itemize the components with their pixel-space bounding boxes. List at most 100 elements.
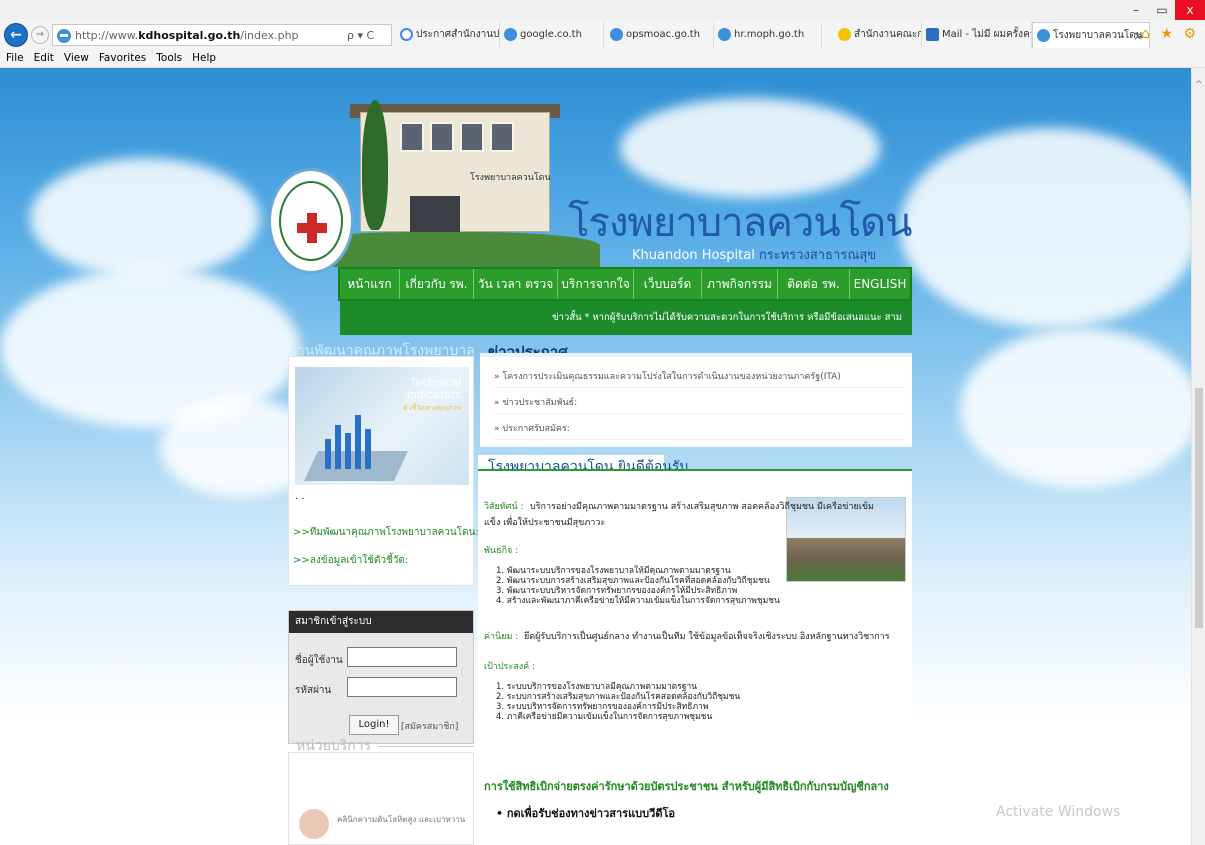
nav-gallery[interactable]: ภาพกิจกรรม: [702, 269, 778, 299]
welcome-panel: วิสัยทัศน์ : บริการอย่างมีคุณภาพตามมาตรฐ…: [478, 469, 912, 845]
back-button[interactable]: ←: [4, 23, 28, 47]
ie-tab-icon: [504, 28, 517, 41]
seal-cross: [297, 223, 327, 233]
news-ticker[interactable]: ข่าวสั้น * หากผู้รับบริการไม่ได้รับความส…: [340, 301, 912, 335]
cloud: [960, 328, 1191, 488]
tab-ocsc[interactable]: สำนักงานคณะกรรมการข้าราช...: [834, 22, 922, 48]
building-window: [490, 122, 514, 152]
tab-mail[interactable]: Mail - ไม่มี ผมครั้งครัว - Ou...: [922, 22, 1032, 48]
ministry-name: กระทรวงสาธารณสุข: [758, 248, 877, 263]
password-field[interactable]: [347, 677, 457, 697]
nav-schedule[interactable]: วัน เวลา ตรวจ: [474, 269, 558, 299]
nav-webboard[interactable]: เว็บบอร์ด: [634, 269, 702, 299]
banner-subtitle: ตัวชี้วัดทางคุณภาพ: [402, 404, 461, 412]
close-window-button[interactable]: x: [1175, 0, 1205, 20]
login-button[interactable]: Login!: [349, 715, 399, 735]
scroll-thumb[interactable]: [1195, 388, 1203, 628]
address-bar[interactable]: http://www.kdhospital.go.th/index.php ρ …: [52, 24, 392, 46]
technical-indicators-banner[interactable]: Technical indicators ตัวชี้วัดทางคุณภาพ: [295, 367, 469, 485]
nav-about[interactable]: เกี่ยวกับ รพ.: [400, 269, 474, 299]
cloud: [620, 98, 880, 198]
tab-khuandon-active[interactable]: โรงพยาบาลควนโดน ×: [1032, 22, 1150, 48]
ie-tab-icon: [610, 28, 623, 41]
building-entrance: [410, 196, 460, 232]
values-text: ยึดผู้รับบริการเป็นศูนย์กลาง ทำงานเป็นที…: [524, 632, 890, 642]
quality-panel: Technical indicators ตัวชี้วัดทางคุณภาพ …: [288, 356, 479, 586]
news-item-pr[interactable]: » ข่าวประชาสัมพันธ์:: [494, 395, 904, 414]
building-window: [430, 122, 454, 152]
news-panel: » โครงการประเมินคุณธรรมและความโปร่งใสในก…: [480, 353, 912, 447]
chart-bar-graphic: [325, 439, 331, 469]
username-label: ชื่อผู้ใช้งาน: [295, 655, 343, 666]
nav-services[interactable]: บริการจากใจ: [558, 269, 634, 299]
ie-tab-icon: [1037, 29, 1050, 42]
forward-button[interactable]: →: [31, 26, 49, 44]
quality-dots: . .: [295, 491, 305, 502]
window-controls: – ▭ x: [1123, 0, 1205, 20]
home-favorites-settings-icons[interactable]: ⌂ ★ ⚙: [1141, 26, 1199, 42]
rights-heading: การใช้สิทธิเบิกจ่ายตรงค่ารักษาด้วยบัตรปร…: [484, 780, 889, 793]
cloud: [900, 128, 1191, 328]
seal-ring: [279, 181, 343, 261]
menu-file[interactable]: File: [6, 50, 24, 67]
indicator-entry-link[interactable]: >>ลงข้อมูลเข้าใช้ตัวชี้วัด:: [293, 553, 408, 568]
chart-bar-graphic: [335, 425, 341, 469]
news-item-recruit[interactable]: » ประกาศรับสมัคร:: [494, 421, 904, 440]
tree: [362, 100, 388, 230]
goals-label: เป้าประสงค์ :: [484, 662, 536, 672]
english-name: Khuandon Hospital: [632, 248, 755, 263]
address-url[interactable]: http://www.kdhospital.go.th/index.php: [75, 29, 299, 42]
star-tab-icon: [838, 28, 851, 41]
scroll-up-icon[interactable]: ^: [1195, 80, 1203, 90]
window-titlebar: – ▭ x: [0, 0, 1205, 20]
search-refresh-icons[interactable]: ρ ▾ C: [347, 29, 374, 42]
clinic-thumbnail[interactable]: [299, 809, 329, 839]
tab-opsmoac[interactable]: opsmoac.go.th: [606, 22, 714, 48]
register-link[interactable]: [สมัครสมาชิก]: [401, 719, 458, 733]
menu-view[interactable]: View: [64, 50, 89, 67]
google-icon: [400, 28, 413, 41]
minimize-button[interactable]: –: [1123, 0, 1149, 20]
restore-button[interactable]: ▭: [1149, 0, 1175, 20]
activate-windows-watermark: Activate Windows: [996, 804, 1121, 820]
outlook-icon: [926, 28, 939, 41]
video-channel-link[interactable]: • กดเพื่อรับช่องทางข่าวสารแบบวีดีโอ: [496, 804, 675, 822]
menu-favorites[interactable]: Favorites: [99, 50, 146, 67]
building-sign: โรงพยาบาลควนโดน: [470, 173, 551, 183]
main-navigation: หน้าแรก เกี่ยวกับ รพ. วัน เวลา ตรวจ บริก…: [338, 267, 912, 301]
login-panel: สมาชิกเข้าสู่ระบบ ชื่อผู้ใช้งาน รหัสผ่าน…: [288, 610, 474, 744]
hospital-logo-seal[interactable]: [268, 168, 354, 274]
menu-edit[interactable]: Edit: [34, 50, 54, 67]
nav-home[interactable]: หน้าแรก: [340, 269, 400, 299]
building-window: [400, 122, 424, 152]
divider: [378, 746, 474, 747]
ie-tab-icon: [718, 28, 731, 41]
chart-bar-graphic: [355, 415, 361, 469]
services-panel: คลินิกความดันโลหิตสูง และเบาหวาน: [288, 752, 474, 845]
tab-google[interactable]: google.co.th: [500, 22, 604, 48]
login-heading: สมาชิกเข้าสู่ระบบ: [289, 611, 473, 633]
clinic-link[interactable]: คลินิกความดันโลหิตสูง และเบาหวาน: [337, 813, 465, 826]
vision-text: บริการอย่างมีคุณภาพตามมาตรฐาน สร้างเสริม…: [530, 502, 874, 512]
quality-team-link[interactable]: >>ทีมพัฒนาคุณภาพโรงพยาบาลควนโดน:: [293, 525, 479, 540]
mission-label: พันธกิจ :: [484, 546, 519, 556]
chart-bar-graphic: [365, 429, 371, 469]
tab-hr-moph[interactable]: hr.moph.go.th: [714, 22, 822, 48]
site-subtitle: Khuandon Hospital กระทรวงสาธารณสุข: [632, 244, 876, 265]
banner-title: Technical indicators: [406, 376, 461, 401]
tab-opsmoac-news[interactable]: ประกาศสำนักงานปลัดกระทรว...: [396, 22, 500, 48]
username-field[interactable]: [347, 647, 457, 667]
mission-item: 4. สร้างและพัฒนาภาคีเครือข่ายให้มีความเข…: [496, 596, 780, 606]
nav-contact[interactable]: ติดต่อ รพ.: [778, 269, 850, 299]
building-window: [460, 122, 484, 152]
goal-item: 4. ภาคีเครือข่ายมีความเข้มแข็งในการจัดกา…: [496, 712, 713, 722]
vertical-scrollbar[interactable]: ^: [1191, 68, 1205, 845]
values-label: ค่านิยม :: [484, 632, 519, 642]
chart-bar-graphic: [345, 433, 351, 469]
cloud: [30, 158, 260, 278]
news-item-ita[interactable]: » โครงการประเมินคุณธรรมและความโปร่งใสในก…: [494, 369, 904, 388]
menu-help[interactable]: Help: [192, 50, 216, 67]
nav-english[interactable]: ENGLISH: [850, 269, 910, 299]
menu-tools[interactable]: Tools: [156, 50, 182, 67]
browser-toolbar: ← → http://www.kdhospital.go.th/index.ph…: [0, 20, 1205, 50]
